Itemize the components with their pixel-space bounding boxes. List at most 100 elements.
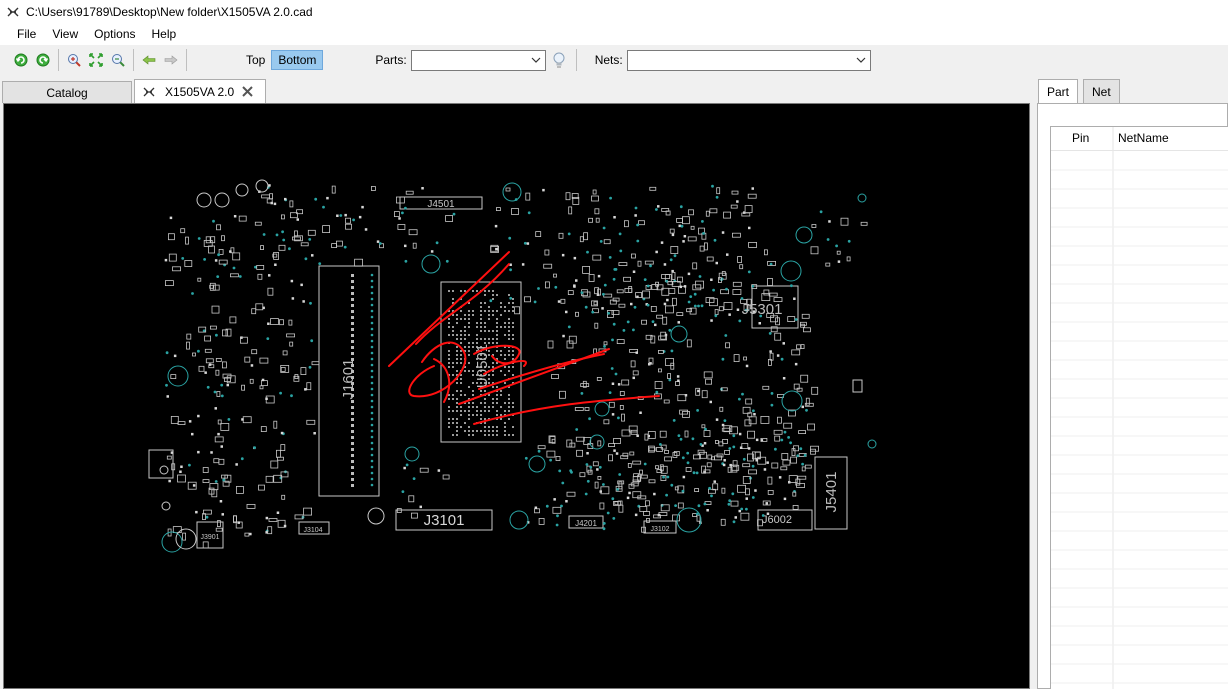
connector-pin (351, 328, 354, 331)
nets-combo[interactable] (626, 49, 871, 71)
bga-pad (464, 314, 466, 316)
via (220, 383, 224, 387)
smd-component (184, 260, 193, 267)
tab-part[interactable]: Part (1038, 79, 1079, 104)
lightbulb-icon[interactable] (548, 49, 570, 71)
mounting-hole (867, 439, 877, 449)
tab-catalog[interactable]: Catalog (2, 81, 132, 103)
smd-component (592, 254, 602, 261)
menu-file[interactable]: File (9, 27, 44, 41)
connector-pin (351, 472, 354, 475)
bottom-side-button[interactable]: Bottom (271, 50, 324, 70)
forward-icon[interactable] (160, 49, 182, 71)
smd-component (692, 262, 698, 270)
bga-pad (448, 334, 450, 336)
tab-net[interactable]: Net (1083, 79, 1120, 103)
smd-component (280, 214, 285, 220)
via (435, 241, 439, 245)
bga-pad (468, 426, 470, 428)
via (681, 489, 685, 493)
mounting-hole (509, 510, 529, 530)
bga-pad (448, 322, 450, 324)
bga-pad (504, 410, 506, 412)
via (304, 257, 308, 261)
via (711, 184, 714, 188)
smd-component (213, 458, 220, 464)
smd-component (208, 245, 215, 254)
pad (276, 511, 280, 514)
menu-options[interactable]: Options (86, 27, 143, 41)
pin-net-grid[interactable]: Pin NetName (1050, 126, 1228, 689)
via (404, 206, 407, 210)
smd-component (547, 340, 554, 349)
smd-component (692, 284, 702, 291)
via (697, 504, 701, 508)
via (801, 462, 804, 466)
chevron-down-icon[interactable] (529, 51, 543, 70)
smd-component (505, 187, 511, 192)
via (370, 471, 374, 475)
bga-pad (508, 350, 510, 352)
bga-pad (480, 402, 482, 404)
via (634, 206, 638, 210)
smd-component (289, 341, 294, 347)
via (668, 328, 672, 332)
bga-pad (496, 434, 498, 436)
via (370, 357, 374, 361)
bga-pad (496, 338, 498, 340)
board-canvas[interactable]: J4501J5301J1601 U0501J3101 J4201J3102J6002… (4, 104, 1030, 689)
smd-component (742, 476, 751, 484)
pad (421, 187, 424, 190)
bga-pad (504, 334, 506, 336)
via (602, 226, 606, 230)
bga-pad (460, 406, 462, 408)
menu-help[interactable]: Help (144, 27, 185, 41)
top-side-button[interactable]: Top (240, 50, 271, 70)
via (608, 391, 612, 394)
zoom-out-icon[interactable] (107, 49, 129, 71)
smd-component (244, 356, 251, 363)
smd-component (322, 225, 331, 233)
via (655, 208, 658, 211)
smd-component (514, 306, 521, 315)
via (205, 515, 209, 519)
toolbar: Top Bottom Parts: Nets: (0, 45, 1228, 75)
fit-icon[interactable] (85, 49, 107, 71)
smd-component (311, 361, 320, 366)
bga-pad (468, 414, 470, 416)
rotate-left-icon[interactable] (10, 49, 32, 71)
pad (268, 184, 271, 187)
bga-pad (500, 350, 502, 352)
bga-pad (456, 370, 458, 372)
via (561, 481, 565, 485)
board-view[interactable]: J4501 J5301 J1601 U0501 J3101 J4201 J3102 J6002… (3, 103, 1030, 689)
via (558, 469, 562, 473)
smd-component (763, 289, 770, 296)
pad (291, 297, 295, 300)
bga-pad (460, 342, 462, 344)
rotate-right-icon[interactable] (32, 49, 54, 71)
via (614, 372, 618, 376)
smd-component (618, 262, 628, 267)
bga-pad (484, 430, 486, 432)
back-icon[interactable] (138, 49, 160, 71)
bga-pad (464, 430, 466, 432)
smd-component (204, 348, 212, 353)
smd-component (725, 342, 730, 349)
bga-pad (500, 314, 502, 316)
menu-view[interactable]: View (44, 27, 86, 41)
via (751, 496, 755, 499)
via (370, 273, 374, 277)
parts-combo[interactable] (410, 49, 546, 71)
pad (837, 260, 841, 263)
via (188, 463, 191, 467)
chevron-down-icon[interactable] (854, 51, 868, 70)
zoom-in-icon[interactable] (63, 49, 85, 71)
via (570, 470, 573, 474)
via (662, 475, 665, 479)
tab-board-file[interactable]: X1505VA 2.0 (134, 79, 266, 103)
smd-component (621, 413, 625, 422)
smd-component (682, 216, 690, 225)
smd-component (221, 329, 228, 337)
close-icon[interactable] (242, 86, 253, 97)
